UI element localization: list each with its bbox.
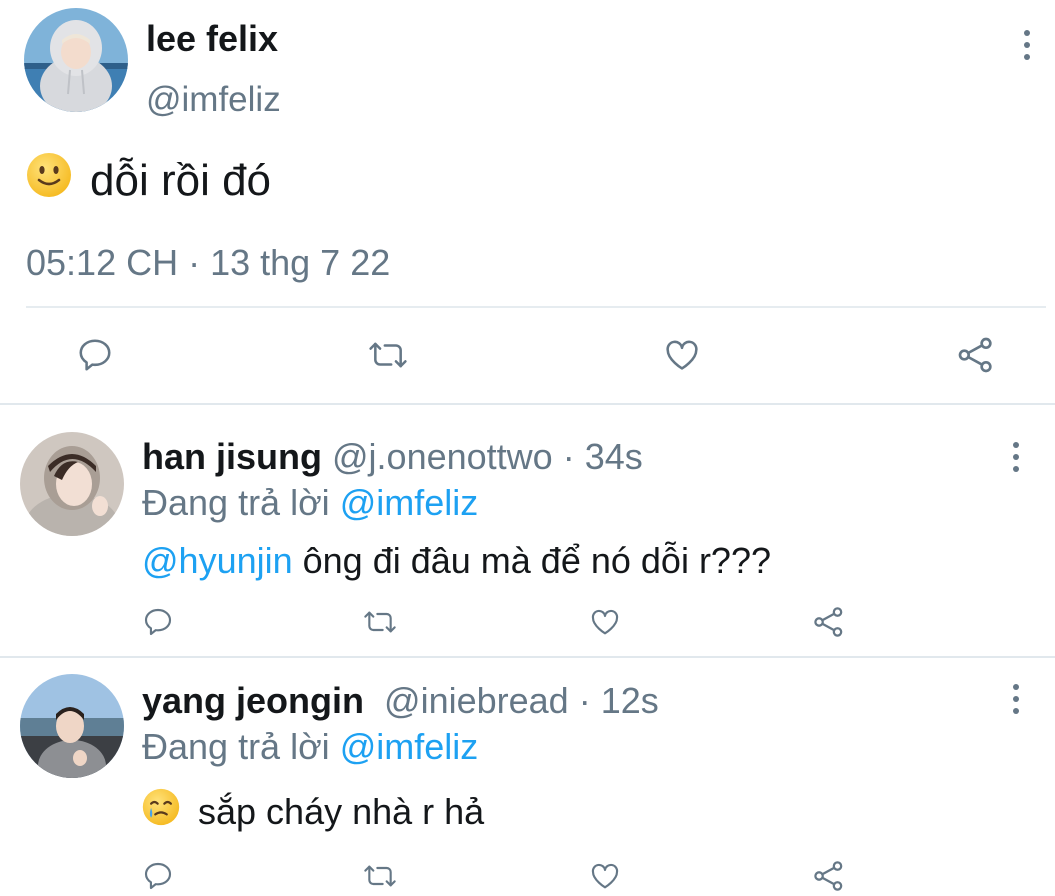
user-name[interactable]: yang jeongin bbox=[142, 680, 364, 721]
reply-icon[interactable] bbox=[142, 606, 174, 643]
retweet-icon[interactable] bbox=[364, 336, 412, 379]
mention-link[interactable]: @hyunjin bbox=[142, 540, 293, 582]
reply-header: han jisung @j.onenottwo · 34s bbox=[142, 436, 643, 478]
user-handle[interactable]: @iniebread bbox=[384, 680, 569, 721]
like-icon[interactable] bbox=[588, 606, 622, 643]
main-tweet: lee felix @imfeliz dỗi rồi đó 05:12 CH ·… bbox=[0, 0, 1055, 404]
reply-body: ông đi đâu mà để nó dỗi r??? bbox=[292, 540, 771, 581]
avatar[interactable] bbox=[20, 674, 124, 778]
reply-icon[interactable] bbox=[142, 860, 174, 896]
divider bbox=[26, 306, 1046, 308]
user-name[interactable]: lee felix bbox=[146, 18, 278, 60]
reply-header: yang jeongin @iniebread · 12s bbox=[142, 680, 659, 722]
retweet-icon[interactable] bbox=[360, 860, 400, 896]
reply-icon[interactable] bbox=[76, 336, 114, 379]
user-handle[interactable]: @imfeliz bbox=[146, 80, 281, 120]
reply-tweet: yang jeongin @iniebread · 12s Đang trả l… bbox=[0, 658, 1055, 896]
reply-text: @hyunjin ông đi đâu mà để nó dỗi r??? bbox=[142, 540, 771, 582]
like-icon[interactable] bbox=[588, 860, 622, 896]
tweet-timestamp[interactable]: 05:12 CH · 13 thg 7 22 bbox=[26, 242, 390, 284]
like-icon[interactable] bbox=[662, 336, 702, 379]
share-icon[interactable] bbox=[812, 604, 846, 645]
reply-body: sắp cháy nhà r hả bbox=[198, 790, 485, 832]
tweet-body: dỗi rồi đó bbox=[90, 155, 272, 205]
crying-face-emoji bbox=[142, 788, 180, 835]
reply-text: sắp cháy nhà r hả bbox=[142, 788, 484, 835]
replying-to: Đang trả lời @imfeliz bbox=[142, 726, 478, 768]
replying-label: Đang trả lời bbox=[142, 482, 330, 523]
reply-time[interactable]: · 34s bbox=[563, 436, 643, 477]
avatar[interactable] bbox=[20, 432, 124, 536]
share-icon[interactable] bbox=[812, 858, 846, 896]
user-name[interactable]: han jisung bbox=[142, 436, 322, 477]
share-icon[interactable] bbox=[956, 334, 996, 381]
reply-tweet: han jisung @j.onenottwo · 34s Đang trả l… bbox=[0, 404, 1055, 656]
replying-label: Đang trả lời bbox=[142, 726, 330, 767]
more-options-icon[interactable] bbox=[1010, 684, 1022, 714]
retweet-icon[interactable] bbox=[360, 606, 400, 643]
reply-time[interactable]: · 12s bbox=[579, 680, 659, 721]
replying-to-mention[interactable]: @imfeliz bbox=[340, 726, 479, 767]
user-handle[interactable]: @j.onenottwo bbox=[332, 436, 553, 477]
replying-to: Đang trả lời @imfeliz bbox=[142, 482, 478, 524]
more-options-icon[interactable] bbox=[1021, 30, 1033, 60]
more-options-icon[interactable] bbox=[1010, 442, 1022, 472]
slightly-smiling-face-emoji bbox=[26, 152, 72, 209]
tweet-text: dỗi rồi đó bbox=[26, 152, 271, 209]
replying-to-mention[interactable]: @imfeliz bbox=[340, 482, 479, 523]
avatar[interactable] bbox=[24, 8, 128, 112]
